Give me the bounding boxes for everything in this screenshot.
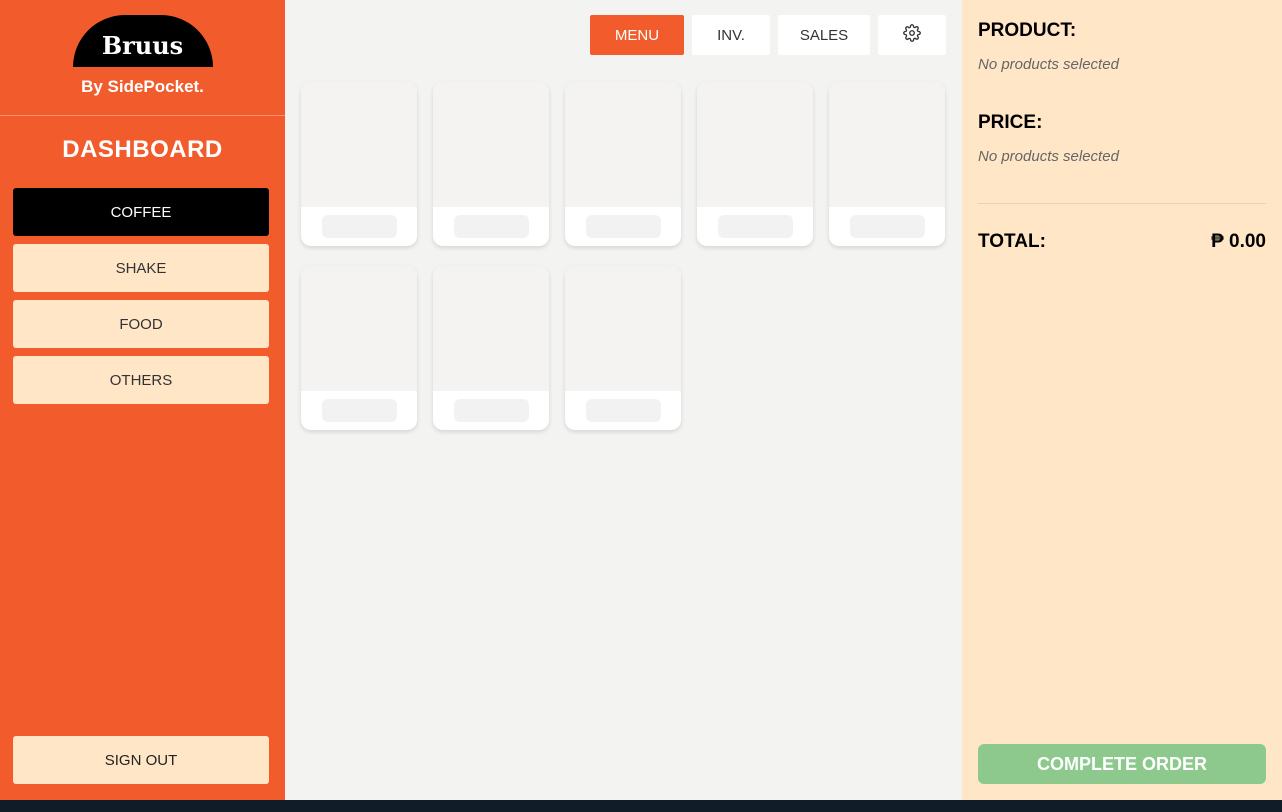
product-label-placeholder (850, 215, 925, 238)
complete-order-button[interactable]: COMPLETE ORDER (978, 744, 1266, 784)
product-image-placeholder (433, 266, 549, 391)
product-grid (301, 82, 946, 430)
inventory-button[interactable]: INV. (692, 15, 770, 55)
product-label-placeholder (718, 215, 793, 238)
category-list: COFFEE SHAKE FOOD OTHERS (0, 188, 285, 404)
bottom-strip (0, 800, 1282, 812)
app-window: Bruus By SidePocket. DASHBOARD COFFEE SH… (0, 0, 1282, 800)
total-label: TOTAL: (978, 231, 1046, 252)
product-label-placeholder (322, 215, 397, 238)
product-label-placeholder (454, 399, 529, 422)
gear-icon (903, 24, 921, 46)
product-label-placeholder (586, 215, 661, 238)
product-section: PRODUCT: No products selected (978, 20, 1119, 73)
brand-logo: Bruus (72, 15, 213, 67)
product-image-placeholder (301, 266, 417, 391)
price-value: No products selected (978, 148, 1119, 165)
product-card-placeholder[interactable] (301, 266, 417, 430)
top-navigation: MENU INV. SALES (590, 15, 946, 55)
product-label: PRODUCT: (978, 20, 1077, 41)
product-card-placeholder[interactable] (697, 82, 813, 246)
category-coffee-button[interactable]: COFFEE (13, 188, 269, 236)
brand-tagline: By SidePocket. (81, 77, 204, 96)
order-panel: PRODUCT: No products selected PRICE: No … (962, 0, 1282, 800)
product-image-placeholder (433, 82, 549, 207)
product-card-placeholder[interactable] (301, 82, 417, 246)
product-value: No products selected (978, 56, 1119, 73)
product-image-placeholder (565, 82, 681, 207)
product-card-placeholder[interactable] (829, 82, 945, 246)
product-image-placeholder (301, 82, 417, 207)
category-shake-button[interactable]: SHAKE (13, 244, 269, 292)
product-label-placeholder (322, 399, 397, 422)
price-section: PRICE: No products selected (978, 112, 1119, 165)
main-content: MENU INV. SALES (285, 0, 962, 800)
settings-button[interactable] (878, 15, 946, 55)
product-label-placeholder (586, 399, 661, 422)
total-row: TOTAL: ₱ 0.00 (978, 231, 1266, 253)
sales-button[interactable]: SALES (778, 15, 870, 55)
category-others-button[interactable]: OTHERS (13, 356, 269, 404)
dashboard-title: DASHBOARD (62, 136, 223, 163)
product-card-placeholder[interactable] (433, 266, 549, 430)
product-image-placeholder (565, 266, 681, 391)
sign-out-button[interactable]: SIGN OUT (13, 736, 269, 784)
product-card-placeholder[interactable] (433, 82, 549, 246)
total-value: ₱ 0.00 (1211, 231, 1266, 252)
product-label-placeholder (454, 215, 529, 238)
price-label: PRICE: (978, 112, 1043, 133)
brand-name: Bruus (101, 30, 184, 60)
menu-button[interactable]: MENU (590, 15, 684, 55)
product-card-placeholder[interactable] (565, 266, 681, 430)
panel-divider (978, 203, 1266, 204)
product-card-placeholder[interactable] (565, 82, 681, 246)
product-image-placeholder (829, 82, 945, 207)
brand-area: Bruus By SidePocket. (0, 0, 285, 116)
category-food-button[interactable]: FOOD (13, 300, 269, 348)
product-image-placeholder (697, 82, 813, 207)
sidebar: Bruus By SidePocket. DASHBOARD COFFEE SH… (0, 0, 285, 800)
